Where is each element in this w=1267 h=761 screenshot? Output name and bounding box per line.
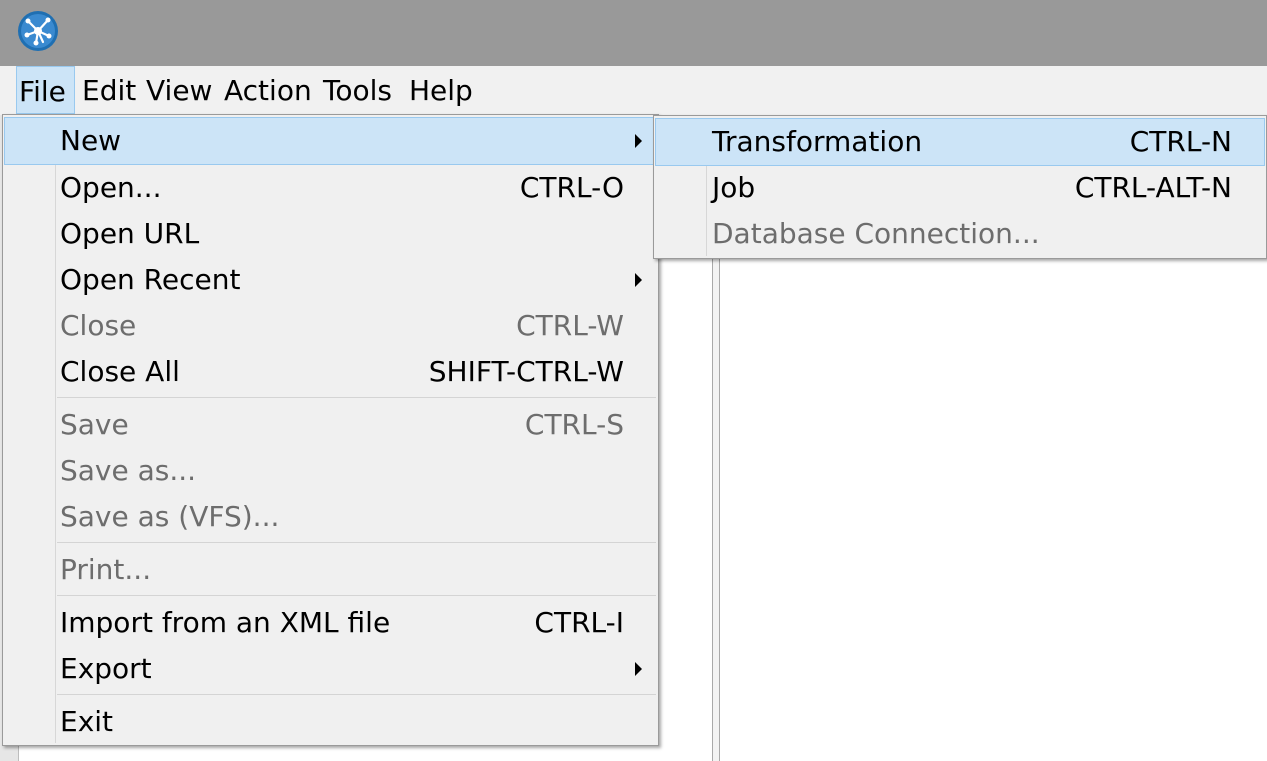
item-shortcut: CTRL-ALT-N [1074, 171, 1232, 204]
submenu-arrow-icon [635, 662, 642, 676]
menu-separator [57, 595, 656, 596]
file-menu-save-as: Save as... [5, 448, 656, 494]
file-menu-save-as-vfs: Save as (VFS)... [5, 494, 656, 540]
menu-separator [57, 694, 656, 695]
item-shortcut: CTRL-W [516, 309, 624, 342]
menu-edit[interactable]: Edit [80, 66, 138, 114]
menu-separator [57, 397, 656, 398]
new-transformation[interactable]: Transformation CTRL-N [655, 118, 1265, 166]
file-menu-close-all[interactable]: Close All SHIFT-CTRL-W [5, 349, 656, 395]
file-menu-save: Save CTRL-S [5, 402, 656, 448]
submenu-arrow-icon [635, 134, 642, 148]
menu-action-label: Action [224, 74, 312, 107]
item-shortcut: SHIFT-CTRL-W [428, 355, 624, 388]
file-menu-print: Print... [5, 547, 656, 593]
menu-view[interactable]: View [144, 66, 214, 114]
title-bar [0, 0, 1267, 66]
item-shortcut: CTRL-N [1129, 125, 1232, 158]
menu-tools-label: Tools [323, 74, 392, 107]
item-label: Open URL [60, 217, 200, 250]
menu-file-label: File [19, 75, 66, 108]
new-job[interactable]: Job CTRL-ALT-N [656, 165, 1264, 211]
file-menu-open-recent[interactable]: Open Recent [5, 257, 656, 303]
menu-file[interactable]: File [16, 66, 75, 114]
item-label: Exit [60, 705, 114, 738]
menu-view-label: View [146, 74, 213, 107]
item-label: Close All [60, 355, 180, 388]
item-shortcut: CTRL-O [519, 171, 624, 204]
item-label: Save as... [60, 454, 197, 487]
item-label: Close [60, 309, 137, 342]
menu-bar: File Edit View Action Tools Help [0, 66, 1267, 116]
file-menu-import-xml[interactable]: Import from an XML file CTRL-I [5, 600, 656, 646]
new-submenu: Transformation CTRL-N Job CTRL-ALT-N Dat… [653, 115, 1267, 259]
item-label: Open Recent [60, 263, 241, 296]
file-menu-exit[interactable]: Exit [5, 699, 656, 745]
item-label: Print... [60, 553, 152, 586]
new-database-connection: Database Connection... [656, 211, 1264, 257]
file-menu-export[interactable]: Export [5, 646, 656, 692]
item-label: Job [712, 171, 756, 204]
pane-splitter[interactable] [712, 258, 720, 761]
menu-tools[interactable]: Tools [321, 66, 394, 114]
file-menu-open[interactable]: Open... CTRL-O [5, 165, 656, 211]
submenu-arrow-icon [635, 273, 642, 287]
item-label: Save as (VFS)... [60, 500, 280, 533]
item-label: Open... [60, 171, 162, 204]
item-label: New [60, 124, 122, 157]
item-label: Database Connection... [712, 217, 1040, 250]
file-menu-new[interactable]: New [4, 117, 657, 165]
app-logo-icon [18, 11, 58, 51]
file-menu-open-url[interactable]: Open URL [5, 211, 656, 257]
item-label: Import from an XML file [60, 606, 391, 639]
menu-edit-label: Edit [82, 74, 137, 107]
menu-action[interactable]: Action [222, 66, 314, 114]
menu-help-label: Help [409, 74, 473, 107]
item-shortcut: CTRL-I [534, 606, 624, 639]
menu-help[interactable]: Help [407, 66, 475, 114]
item-label: Export [60, 652, 152, 685]
item-shortcut: CTRL-S [524, 408, 624, 441]
file-menu-close: Close CTRL-W [5, 303, 656, 349]
menu-separator [57, 542, 656, 543]
item-label: Transformation [712, 125, 923, 158]
file-menu: New Open... CTRL-O Open URL Open Recent … [2, 114, 659, 746]
item-label: Save [60, 408, 129, 441]
